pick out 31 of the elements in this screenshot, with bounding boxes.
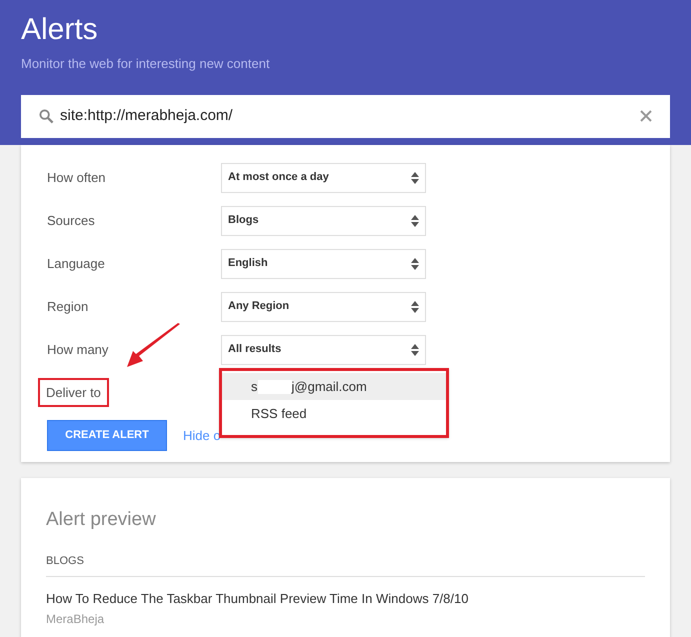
up-down-arrows-icon [411, 172, 419, 184]
email-end: j@gmail.com [292, 378, 367, 396]
setting-label: How often [47, 168, 107, 187]
preview-title: Alert preview [46, 508, 157, 532]
search-icon [39, 108, 54, 124]
section-heading: BLOGS [46, 552, 645, 577]
select-dropdown[interactable]: English [221, 248, 426, 278]
page-subtitle: Monitor the web for interesting new content [21, 55, 271, 73]
select-dropdown[interactable]: Blogs [221, 206, 426, 236]
up-down-arrows-icon [411, 258, 419, 270]
page-title: Alerts [21, 12, 99, 48]
setting-label: Language [47, 254, 106, 273]
search-query: site:http://merabheja.com/ [60, 106, 234, 126]
result-title[interactable]: How To Reduce The Taskbar Thumbnail Preview Time In Windows 7/8/10 [46, 589, 645, 608]
result-source: MeraBheja [46, 612, 106, 626]
up-down-arrows-icon [411, 300, 419, 312]
close-icon[interactable] [640, 110, 652, 122]
setting-label: Region [47, 298, 90, 316]
setting-label: Sources [47, 212, 96, 230]
menu-option[interactable]: s j@gmail.com [222, 373, 446, 400]
select-dropdown[interactable]: At most once a day [221, 162, 426, 192]
search-field[interactable]: site:http://merabheja.com/ [21, 94, 670, 138]
annotation-arrow [125, 323, 181, 369]
setting-label: How many [47, 340, 110, 359]
email-start: s [251, 378, 258, 396]
select-dropdown[interactable]: Any Region [221, 292, 426, 322]
menu-option[interactable]: RSS feed [222, 400, 446, 427]
select-dropdown[interactable]: All results [221, 334, 426, 364]
setting-label: Deliver to [38, 378, 109, 408]
up-down-arrows-icon [411, 344, 419, 356]
up-down-arrows-icon [411, 214, 419, 226]
